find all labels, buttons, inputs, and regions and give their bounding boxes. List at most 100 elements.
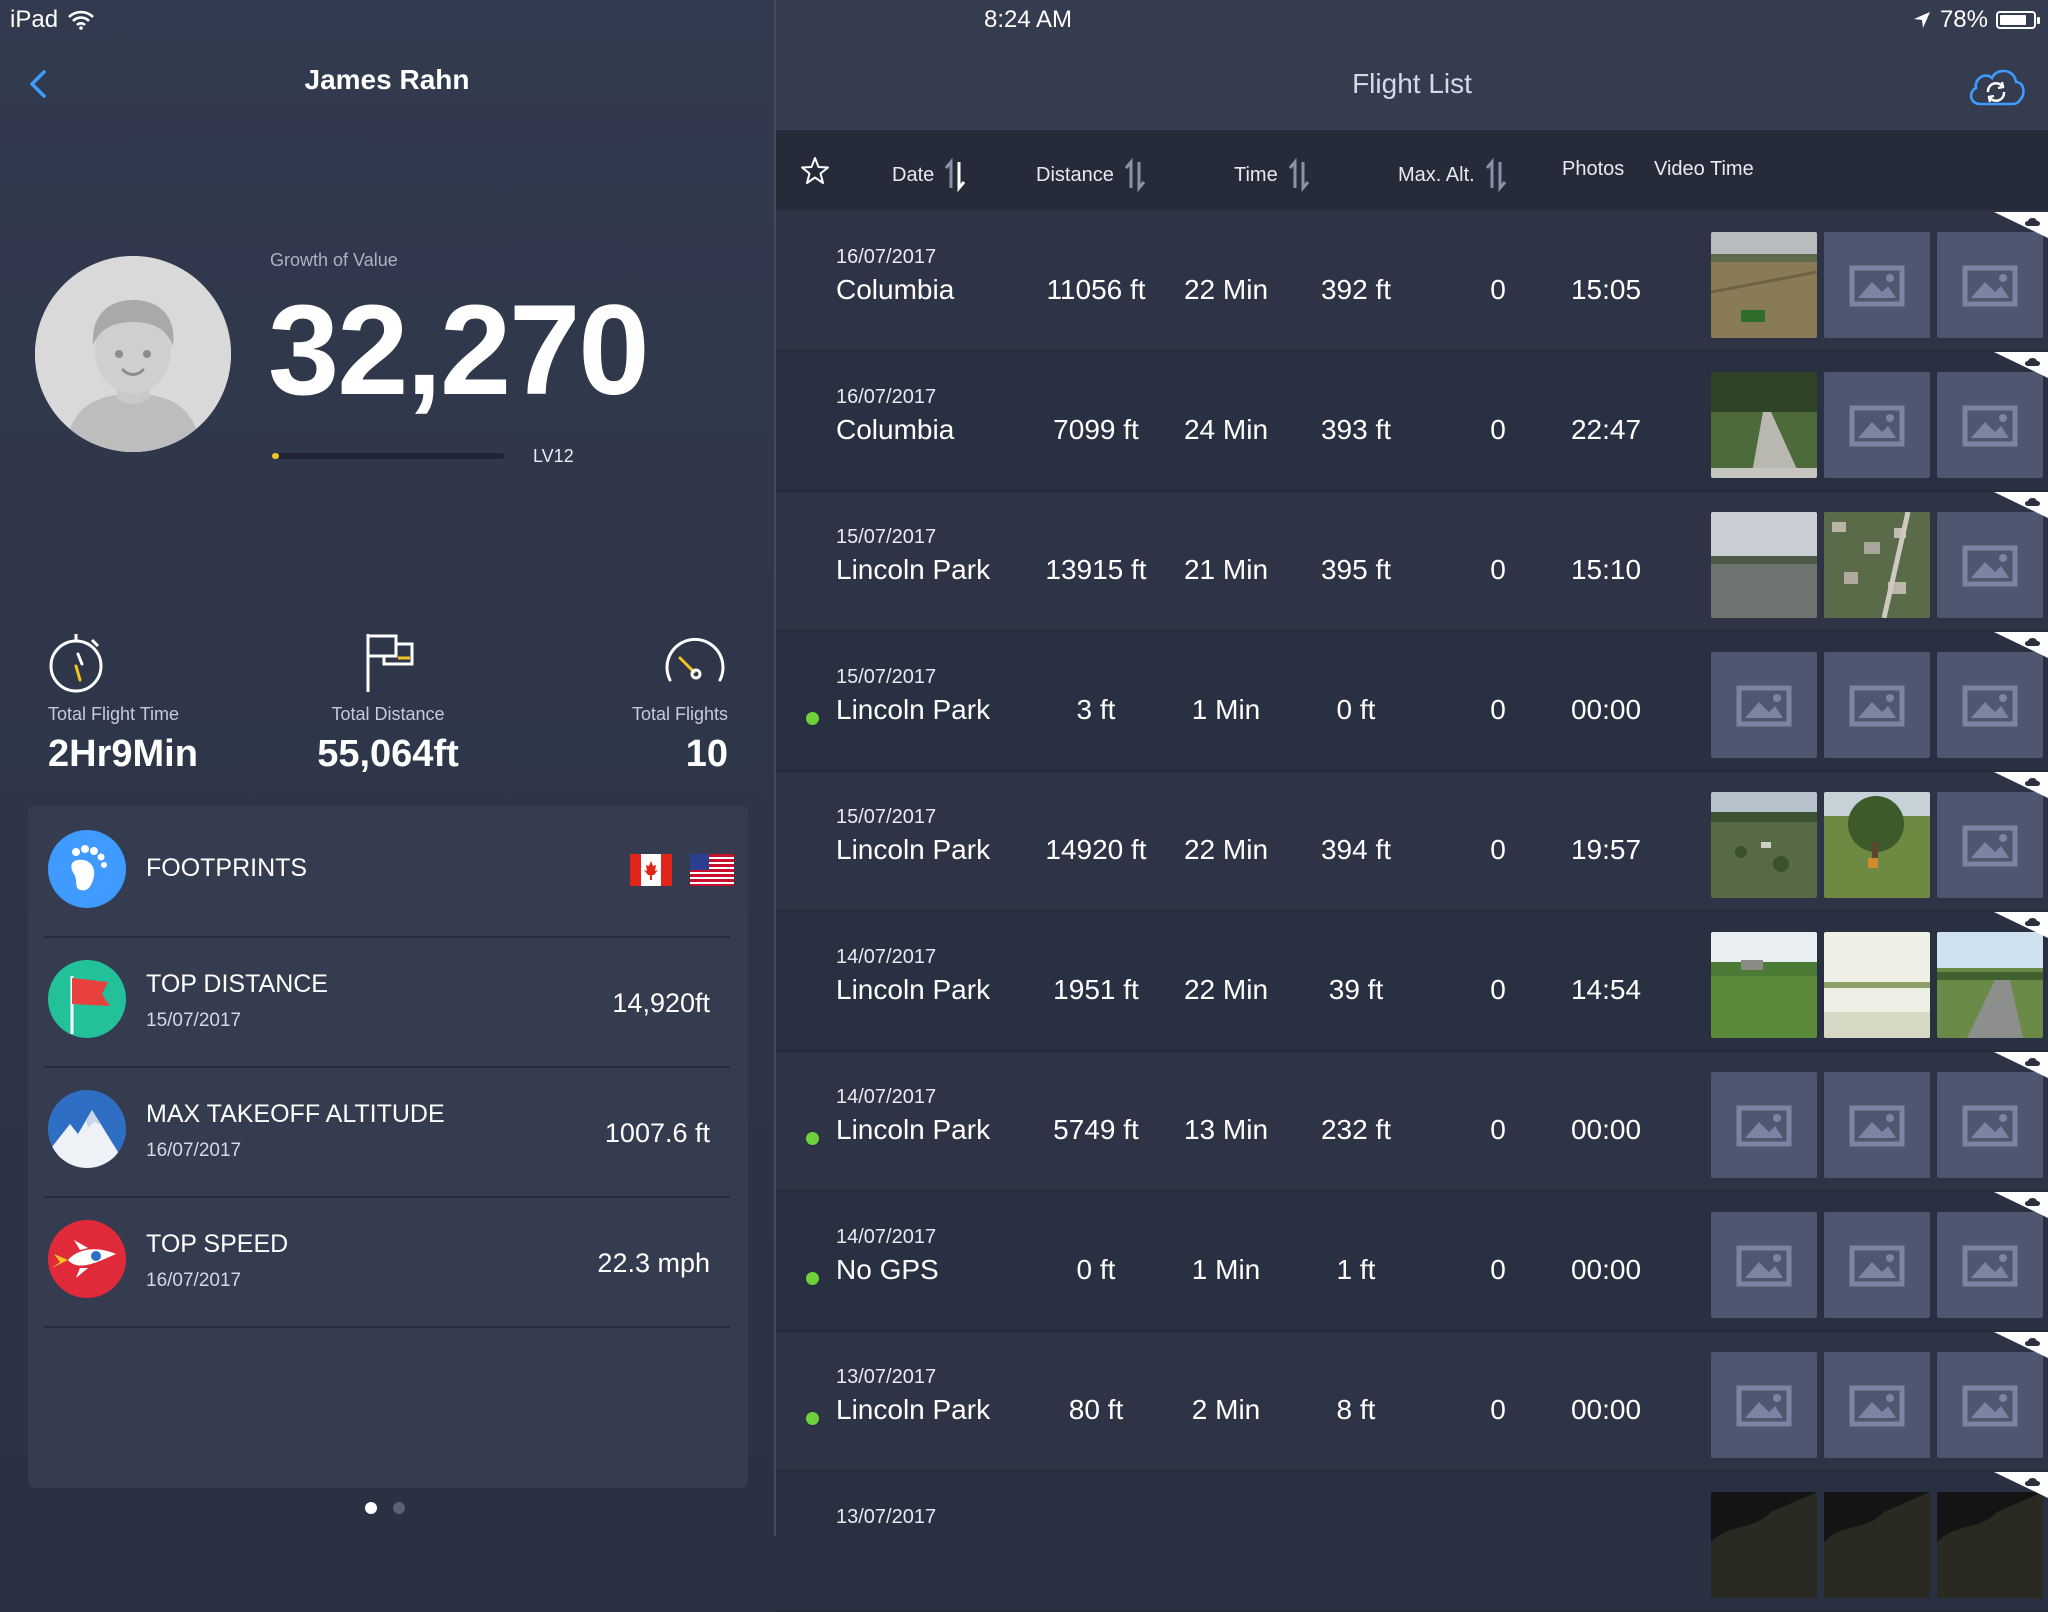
flight-thumbnail[interactable] — [1711, 512, 1817, 618]
table-row[interactable]: 15/07/2017 Lincoln Park 13915 ft 21 Min 395 … — [776, 492, 2048, 632]
cloud-icon — [1994, 632, 2048, 658]
column-distance[interactable]: Distance — [1036, 158, 1148, 192]
sort-icon — [945, 158, 966, 192]
table-row[interactable]: 16/07/2017 Columbia 11056 ft 22 Min 392 ft 0 1… — [776, 212, 2048, 352]
status-dot — [806, 1132, 819, 1145]
photo-thumbnail-image — [1711, 932, 1817, 1038]
thumbnail-placeholder[interactable] — [1824, 1212, 1930, 1318]
record-footprints[interactable]: FOOTPRINTS — [44, 806, 734, 938]
photo-thumbnail-image — [1937, 932, 2043, 1038]
cloud-sync-icon[interactable] — [1966, 64, 2026, 108]
column-time[interactable]: Time — [1234, 158, 1312, 192]
sort-icon — [1288, 158, 1309, 192]
table-row[interactable]: 13/07/2017 — [776, 1472, 2048, 1612]
thumbnail-placeholder[interactable] — [1937, 792, 2043, 898]
flight-thumbnail[interactable] — [1824, 792, 1930, 898]
record-value: 14,920ft — [612, 988, 710, 1018]
table-row[interactable]: 15/07/2017 Lincoln Park 14920 ft 22 Min 394 … — [776, 772, 2048, 912]
image-placeholder-icon — [1962, 545, 2018, 587]
flight-max-alt: 39 ft — [1328, 974, 1384, 1005]
image-placeholder-icon — [1849, 405, 1905, 447]
flight-thumbnail[interactable] — [1711, 372, 1817, 478]
flight-thumbnail[interactable] — [1711, 932, 1817, 1038]
flight-thumbnail[interactable] — [1824, 1492, 1930, 1598]
thumbnail-placeholder[interactable] — [1711, 1072, 1817, 1178]
table-row[interactable]: 14/07/2017 Lincoln Park 5749 ft 13 Min 232 f… — [776, 1052, 2048, 1192]
column-date[interactable]: Date — [892, 158, 968, 192]
thumbnail-placeholder[interactable] — [1711, 1212, 1817, 1318]
thumbnail-placeholder[interactable] — [1937, 372, 2043, 478]
record-top-speed[interactable]: TOP SPEED 16/07/2017 22.3 mph — [44, 1196, 730, 1328]
stat-label: Total Flights — [631, 704, 728, 724]
flight-distance: 80 ft — [1068, 1394, 1124, 1425]
flight-thumbnail[interactable] — [1711, 1492, 1817, 1598]
flight-thumbnail[interactable] — [1824, 932, 1930, 1038]
page-title: Flight List — [1352, 68, 1472, 99]
page-indicator[interactable] — [365, 1502, 405, 1514]
flight-date: 13/07/2017 — [836, 1366, 937, 1388]
flight-distance: 11056 ft — [1046, 274, 1146, 305]
stat-total-distance: Total Distance 55,064ft — [268, 630, 508, 776]
thumbnail-placeholder[interactable] — [1824, 1352, 1930, 1458]
record-max-takeoff-altitude[interactable]: MAX TAKEOFF ALTITUDE 16/07/2017 1007.6 f… — [44, 1066, 730, 1198]
cloud-icon — [1994, 352, 2048, 378]
flight-time: 22 Min — [1183, 974, 1269, 1005]
flag-icon — [366, 634, 414, 692]
flight-max-alt: 1 ft — [1336, 1254, 1376, 1285]
thumbnail-placeholder[interactable] — [1937, 232, 2043, 338]
image-placeholder-icon — [1962, 405, 2018, 447]
flight-location: Columbia — [836, 414, 955, 445]
cloud-icon — [1994, 1192, 2048, 1218]
flight-thumbnail[interactable] — [1711, 232, 1817, 338]
records-card: FOOTPRINTS TOP DISTANCE 15/07/2017 14,92… — [28, 806, 748, 1488]
thumbnail-placeholder[interactable] — [1937, 1352, 2043, 1458]
flight-location: Columbia — [836, 274, 955, 305]
page-dot[interactable] — [365, 1502, 377, 1514]
thumbnail-placeholder[interactable] — [1824, 1072, 1930, 1178]
table-row[interactable]: 13/07/2017 Lincoln Park 80 ft 2 Min 8 ft 0 00:… — [776, 1332, 2048, 1472]
thumbnail-placeholder[interactable] — [1824, 652, 1930, 758]
flight-video-time: 19:57 — [1570, 834, 1642, 865]
thumbnail-placeholder[interactable] — [1937, 1212, 2043, 1318]
location-arrow-icon — [1913, 12, 1930, 28]
flight-thumbnail[interactable] — [1711, 792, 1817, 898]
flight-distance: 7099 ft — [1053, 414, 1139, 445]
column-max-alt[interactable]: Max. Alt. — [1398, 158, 1509, 192]
flight-distance: 3 ft — [1076, 694, 1116, 725]
flight-photos: 0 — [1490, 274, 1506, 305]
avatar[interactable] — [35, 256, 231, 452]
speedometer-icon — [665, 637, 725, 682]
flight-time: 1 Min — [1191, 694, 1261, 725]
flight-thumbnail[interactable] — [1937, 1492, 2043, 1598]
record-top-distance[interactable]: TOP DISTANCE 15/07/2017 14,920ft — [44, 936, 730, 1068]
flight-date: 15/07/2017 — [836, 666, 937, 688]
flight-list-pane: Flight List Date Distance Time Max. Alt.… — [776, 0, 2048, 1612]
sort-icon — [1124, 158, 1145, 192]
thumbnail-placeholder[interactable] — [1711, 1352, 1817, 1458]
mountain-icon — [48, 1090, 126, 1168]
image-placeholder-icon — [1849, 1385, 1905, 1427]
star-icon[interactable] — [800, 156, 830, 186]
flight-thumbnail[interactable] — [1824, 512, 1930, 618]
table-row[interactable]: 16/07/2017 Columbia 7099 ft 24 Min 393 ft 0 22… — [776, 352, 2048, 492]
stopwatch-icon — [49, 634, 103, 693]
image-placeholder-icon — [1962, 1385, 2018, 1427]
page-dot[interactable] — [393, 1502, 405, 1514]
thumbnail-placeholder[interactable] — [1711, 652, 1817, 758]
canada-flag — [630, 854, 672, 886]
flight-time: 24 Min — [1183, 414, 1269, 445]
table-row[interactable]: 14/07/2017 Lincoln Park 1951 ft 22 Min 39 ft… — [776, 912, 2048, 1052]
thumbnail-placeholder[interactable] — [1937, 512, 2043, 618]
thumbnail-placeholder[interactable] — [1824, 372, 1930, 478]
thumbnail-placeholder[interactable] — [1937, 652, 2043, 758]
record-date: 16/07/2017 — [146, 1140, 242, 1161]
stat-label: Total Distance — [331, 704, 445, 724]
record-title: FOOTPRINTS — [146, 854, 308, 882]
thumbnail-placeholder[interactable] — [1824, 232, 1930, 338]
photo-thumbnail-image — [1711, 512, 1817, 618]
thumbnail-placeholder[interactable] — [1937, 1072, 2043, 1178]
photo-thumbnail-image — [1711, 372, 1817, 478]
table-row[interactable]: 14/07/2017 No GPS 0 ft 1 Min 1 ft 0 00:00 — [776, 1192, 2048, 1332]
table-row[interactable]: 15/07/2017 Lincoln Park 3 ft 1 Min 0 ft 0 00:0… — [776, 632, 2048, 772]
flight-thumbnail[interactable] — [1937, 932, 2043, 1038]
